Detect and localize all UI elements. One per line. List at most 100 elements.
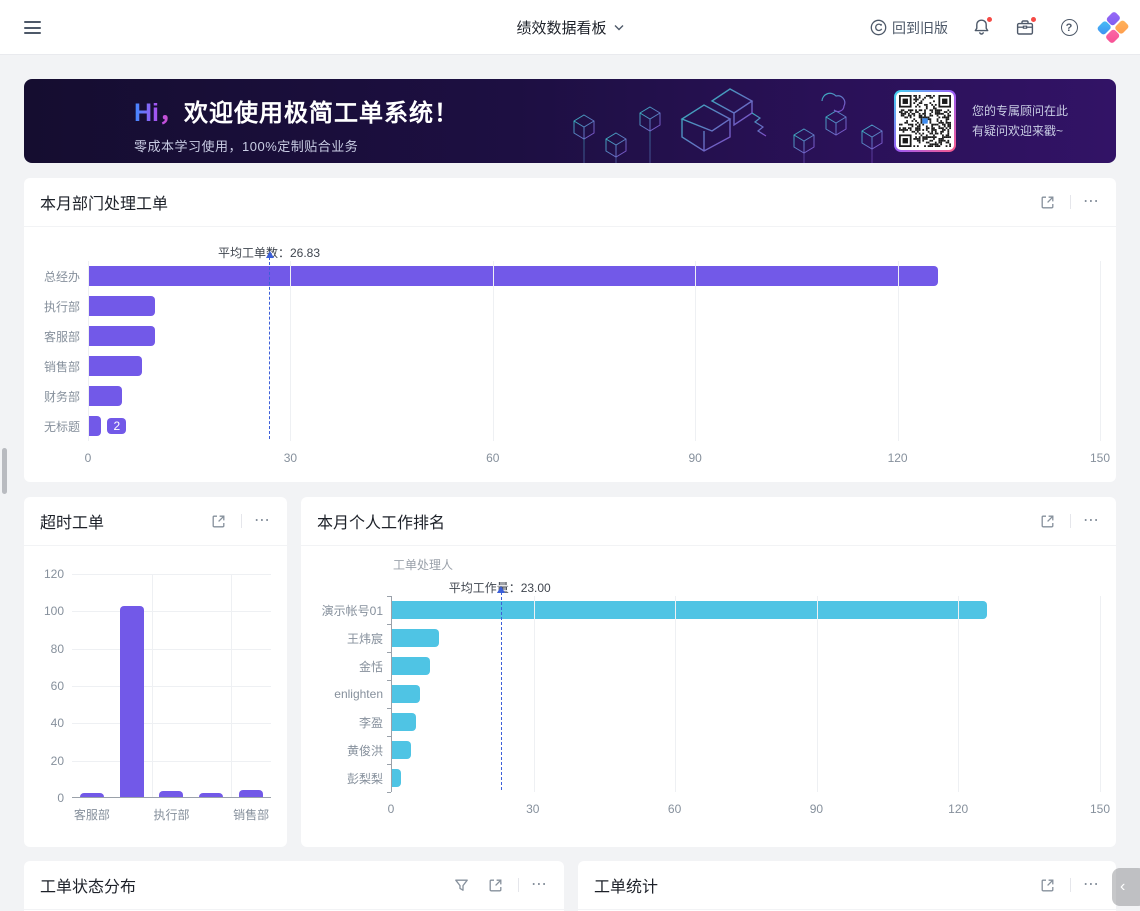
- x-tick-label: 0: [388, 802, 395, 816]
- navbar-actions: 回到旧版 ?: [870, 0, 1124, 55]
- bar-总经办[interactable]: [88, 266, 938, 286]
- x-axis-labels: 客服部执行部销售部: [72, 806, 271, 823]
- gridline: [88, 261, 89, 441]
- sidebar-collapse-handle[interactable]: ‹: [1112, 868, 1140, 906]
- bar-销售部[interactable]: [239, 790, 263, 797]
- x-category-label: [112, 806, 152, 823]
- y-tick-label: 40: [51, 716, 64, 730]
- average-line-arrow: [266, 247, 274, 258]
- help-icon: ?: [1061, 19, 1078, 36]
- category-label: 金恬: [317, 652, 383, 680]
- banner-greeting: Hi，: [134, 93, 184, 129]
- category-axis: 演示帐号01王炜宸金恬enlighten李盈黄俊洪彭梨梨: [317, 596, 383, 792]
- welcome-banner: Hi， 欢迎使用极简工单系统！ 零成本学习使用，100%定制贴合业务 您的专属顾…: [24, 79, 1116, 163]
- app-logo[interactable]: [1102, 17, 1124, 39]
- divider: [241, 514, 242, 528]
- y-axis-tick: [387, 596, 391, 597]
- hamburger-menu-icon[interactable]: [24, 21, 41, 38]
- chart-body: 演示帐号01王炜宸金恬enlighten李盈黄俊洪彭梨梨: [317, 596, 1100, 792]
- card-personal-rank: 本月个人工作排名 ⋯ 工单处理人平均工作量：23.00演示帐号01王炜宸金恬en…: [301, 497, 1116, 847]
- workbench-badge-dot: [1030, 16, 1037, 23]
- bar-row: [392, 708, 1100, 736]
- category-label: 王炜宸: [317, 624, 383, 652]
- average-line: [501, 592, 502, 790]
- personal-rank-chart: 工单处理人平均工作量：23.00演示帐号01王炜宸金恬enlighten李盈黄俊…: [317, 556, 1100, 820]
- expand-icon[interactable]: [484, 874, 506, 896]
- more-menu-icon[interactable]: ⋯: [1083, 516, 1100, 526]
- category-axis: 总经办执行部客服部销售部财务部无标题: [40, 261, 80, 441]
- workbench-button[interactable]: [1014, 17, 1036, 39]
- category-label: 李盈: [317, 708, 383, 736]
- card-title-status: 工单状态分布: [40, 873, 450, 897]
- bar-金恬[interactable]: [392, 657, 430, 675]
- average-line-arrow: [497, 582, 505, 593]
- y-tick-label: 80: [51, 642, 64, 656]
- x-tick-label: 60: [486, 451, 499, 465]
- average-line: [269, 257, 270, 439]
- bar-执行部[interactable]: [88, 296, 155, 316]
- filter-icon[interactable]: [450, 874, 472, 896]
- card-title-rank: 本月个人工作排名: [317, 509, 1036, 533]
- notifications-button[interactable]: [970, 17, 992, 39]
- banner-city-illustration: [554, 79, 914, 163]
- more-menu-icon[interactable]: ⋯: [531, 880, 548, 890]
- dashboard-title-dropdown[interactable]: 绩效数据看板: [516, 17, 623, 38]
- left-scrollbar-thumb[interactable]: [2, 448, 7, 494]
- bar-彭梨梨[interactable]: [392, 769, 401, 787]
- bar-slot: [231, 574, 271, 797]
- bar-enlighten[interactable]: [392, 685, 420, 703]
- bar-col1[interactable]: [120, 606, 144, 797]
- divider: [518, 878, 519, 892]
- bar-无标题[interactable]: [88, 416, 101, 436]
- bar-col3[interactable]: [199, 793, 223, 797]
- y-tick-label: 100: [44, 604, 64, 618]
- bar-演示帐号01[interactable]: [392, 601, 987, 619]
- bar-row: [88, 321, 1100, 351]
- bar-财务部[interactable]: [88, 386, 122, 406]
- card-dept-workorders: 本月部门处理工单 ⋯ 平均工单数：26.83总经办执行部客服部销售部财务部无标题…: [24, 178, 1116, 482]
- bar-客服部[interactable]: [80, 793, 104, 797]
- divider: [1070, 195, 1071, 209]
- bar-李盈[interactable]: [392, 713, 416, 731]
- card-workorder-stats: 工单统计 ⋯: [578, 861, 1116, 911]
- more-menu-icon[interactable]: ⋯: [254, 516, 271, 526]
- bar-slot: [112, 574, 152, 797]
- category-label: 客服部: [40, 321, 80, 351]
- expand-icon[interactable]: [1036, 510, 1058, 532]
- more-menu-icon[interactable]: ⋯: [1083, 880, 1100, 890]
- qr-code-image: [899, 95, 951, 147]
- bar-王炜宸[interactable]: [392, 629, 439, 647]
- qr-caption: 您的专属顾问在此 有疑问欢迎来戳~: [972, 101, 1068, 141]
- back-to-old-version-label: 回到旧版: [892, 18, 948, 38]
- chart-head-area: 平均工单数：26.83: [88, 237, 1100, 261]
- gridline: [534, 596, 535, 792]
- card-status-distribution: 工单状态分布 ⋯: [24, 861, 564, 911]
- more-menu-icon[interactable]: ⋯: [1083, 197, 1100, 207]
- bar-客服部[interactable]: [88, 326, 155, 346]
- rank-chart-body: 工单处理人平均工作量：23.00演示帐号01王炜宸金恬enlighten李盈黄俊…: [317, 556, 1100, 820]
- plot-area: 2: [88, 261, 1100, 441]
- qr-caption-line1: 您的专属顾问在此: [972, 101, 1068, 121]
- card-title-stats: 工单统计: [594, 873, 1036, 897]
- help-button[interactable]: ?: [1058, 17, 1080, 39]
- bar-销售部[interactable]: [88, 356, 142, 376]
- category-label: 黄俊洪: [317, 736, 383, 764]
- expand-icon[interactable]: [1036, 874, 1058, 896]
- x-tick-label: 0: [85, 451, 92, 465]
- bar-value-badge: 2: [107, 418, 126, 434]
- back-to-old-version-button[interactable]: 回到旧版: [870, 18, 948, 38]
- bar-执行部[interactable]: [159, 791, 183, 797]
- x-axis-labels: 0306090120150: [88, 447, 1100, 469]
- bar-黄俊洪[interactable]: [392, 741, 411, 759]
- expand-icon[interactable]: [207, 510, 229, 532]
- notification-badge-dot: [986, 16, 993, 23]
- plot-area: [391, 596, 1100, 792]
- y-axis-tick: [387, 736, 391, 737]
- gridline: [1100, 596, 1101, 792]
- consultant-qr-code: [894, 90, 956, 152]
- expand-icon[interactable]: [1036, 191, 1058, 213]
- x-tick-label: 30: [284, 451, 297, 465]
- bar-row: [88, 261, 1100, 291]
- category-label: 总经办: [40, 261, 80, 291]
- x-category-label: 销售部: [231, 806, 271, 823]
